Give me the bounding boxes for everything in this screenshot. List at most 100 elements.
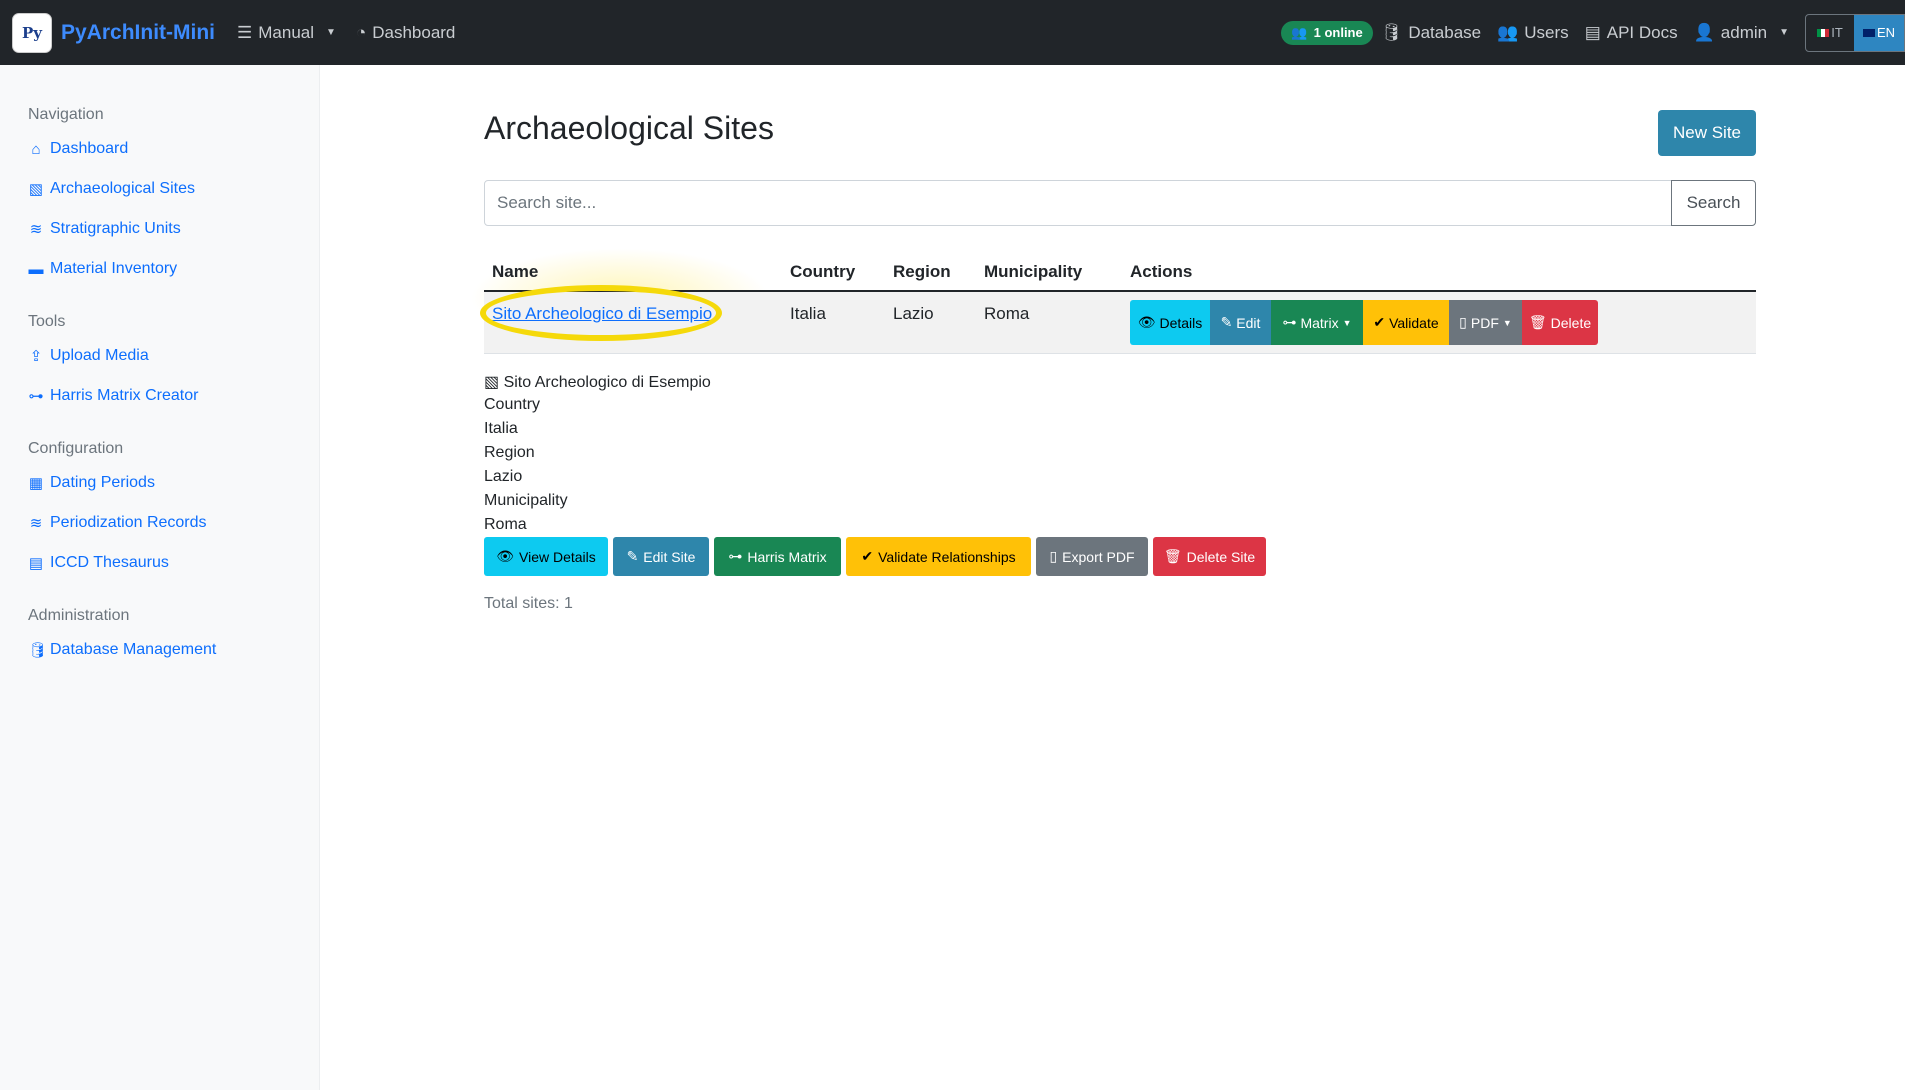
new-site-button[interactable]: New Site xyxy=(1658,110,1756,156)
column-header-region: Region xyxy=(893,262,951,281)
top-navbar: Py PyArchInit-Mini ☰ Manual ▼ ◔ Dashboar… xyxy=(0,0,1905,65)
trash-icon: 🗑 xyxy=(1528,314,1547,330)
nav-users[interactable]: 👥 Users xyxy=(1497,23,1569,43)
check-circle-icon: ✔ xyxy=(1373,314,1386,330)
detail-label-country: Country xyxy=(484,396,541,413)
sidebar-item-upload-media[interactable]: ⇪ Upload Media xyxy=(28,347,149,365)
sidebar-item-label: Material Inventory xyxy=(50,260,178,277)
sidebar-item-periodization-records[interactable]: ≋ Periodization Records xyxy=(28,514,207,532)
sidebar-item-dating-periods[interactable]: ▦ Dating Periods xyxy=(28,474,155,492)
detail-site-title: ▧ Sito Archeologico di Esempio xyxy=(484,372,711,392)
edit-site-label: Edit Site xyxy=(643,548,696,565)
sidebar-item-stratigraphic-units[interactable]: ≋ Stratigraphic Units xyxy=(28,220,181,238)
nav-manual-dropdown[interactable]: ☰ Manual ▼ xyxy=(237,23,336,43)
uk-flag-icon xyxy=(1862,28,1875,37)
detail-value-country: Italia xyxy=(484,420,518,437)
users-icon: 👥 xyxy=(1291,24,1308,40)
delete-site-button[interactable]: 🗑 Delete Site xyxy=(1153,537,1266,576)
detail-value-region: Lazio xyxy=(484,468,523,485)
column-header-country: Country xyxy=(790,262,856,281)
diagram-icon: ⊶ xyxy=(28,388,44,405)
sidebar-item-label: Dashboard xyxy=(50,140,129,157)
book-icon: ▤ xyxy=(1584,22,1601,42)
cell-country: Italia xyxy=(790,304,826,323)
lang-en-button[interactable]: EN xyxy=(1854,14,1904,51)
database-icon: 🛢 xyxy=(28,642,48,659)
search-button[interactable]: Search xyxy=(1671,180,1756,226)
users-icon: 👥 xyxy=(1497,22,1519,42)
export-pdf-button[interactable]: ▯ Export PDF xyxy=(1036,537,1148,576)
chevron-down-icon: ▼ xyxy=(326,27,336,38)
nav-database[interactable]: 🛢 Database xyxy=(1381,23,1481,43)
total-sites-count: Total sites: 1 xyxy=(484,595,573,612)
detail-site-name: Sito Archeologico di Esempio xyxy=(503,374,711,391)
matrix-dropdown-button[interactable]: ⊶ Matrix ▼ xyxy=(1271,300,1363,345)
brand-logo: Py xyxy=(12,12,52,53)
check-circle-icon: ✔ xyxy=(861,548,874,564)
sidebar-item-label: Harris Matrix Creator xyxy=(50,387,199,404)
sidebar-item-database-management[interactable]: 🛢 Database Management xyxy=(28,641,216,659)
sidebar-item-iccd-thesaurus[interactable]: ▤ ICCD Thesaurus xyxy=(28,554,169,572)
list-icon: ☰ xyxy=(237,22,253,42)
sidebar-section-administration: Administration xyxy=(28,607,130,624)
cell-region: Lazio xyxy=(893,304,934,323)
column-header-name: Name xyxy=(492,262,539,281)
gauge-icon: ◔ xyxy=(355,22,367,42)
nav-user-menu[interactable]: 👤 admin ▼ xyxy=(1694,23,1789,43)
calendar-icon: ▦ xyxy=(28,475,44,492)
detail-label-municipality: Municipality xyxy=(484,492,568,509)
eye-icon: 👁 xyxy=(496,548,514,564)
delete-site-label: Delete Site xyxy=(1186,548,1256,565)
edit-site-button[interactable]: ✎ Edit Site xyxy=(613,537,709,576)
export-pdf-label: Export PDF xyxy=(1062,548,1135,565)
sidebar-item-archaeological-sites[interactable]: ▧ Archaeological Sites xyxy=(28,180,195,198)
language-switcher: IT EN xyxy=(1805,13,1905,52)
user-icon: 👤 xyxy=(1693,22,1715,42)
diagram-icon: ⊶ xyxy=(728,548,743,564)
detail-label-region: Region xyxy=(484,444,535,461)
online-count: 1 online xyxy=(1313,25,1363,40)
sidebar-item-label: ICCD Thesaurus xyxy=(50,554,169,571)
validate-button[interactable]: ✔ Validate xyxy=(1363,300,1449,345)
delete-label: Delete xyxy=(1550,314,1592,331)
search-input[interactable] xyxy=(484,180,1672,226)
sidebar-item-label: Periodization Records xyxy=(50,514,207,531)
matrix-label: Matrix xyxy=(1300,314,1339,331)
nav-dashboard[interactable]: ◔ Dashboard xyxy=(356,23,455,43)
online-users-badge[interactable]: 👥 1 online xyxy=(1281,20,1373,45)
validate-relationships-button[interactable]: ✔ Validate Relationships xyxy=(846,537,1031,576)
sidebar-item-material-inventory[interactable]: ▬ Material Inventory xyxy=(28,260,178,278)
highlight-annotation xyxy=(480,285,722,341)
column-header-actions: Actions xyxy=(1130,262,1193,281)
nav-dashboard-label: Dashboard xyxy=(372,22,456,42)
brand[interactable]: Py PyArchInit-Mini xyxy=(12,12,216,53)
harris-matrix-button[interactable]: ⊶ Harris Matrix xyxy=(714,537,841,576)
view-details-label: View Details xyxy=(519,548,596,565)
lang-it-button[interactable]: IT xyxy=(1806,15,1854,51)
details-button[interactable]: 👁 Details xyxy=(1130,300,1210,345)
sidebar-section-configuration: Configuration xyxy=(28,440,124,457)
cell-municipality: Roma xyxy=(984,304,1030,323)
file-pdf-icon: ▯ xyxy=(1459,314,1467,330)
edit-button[interactable]: ✎ Edit xyxy=(1210,300,1271,345)
file-pdf-icon: ▯ xyxy=(1049,548,1058,564)
column-header-municipality: Municipality xyxy=(984,262,1083,281)
delete-button[interactable]: 🗑 Delete xyxy=(1522,300,1598,345)
brand-name: PyArchInit-Mini xyxy=(61,20,216,44)
layers-icon: ≋ xyxy=(29,221,43,238)
nav-manual-label: Manual xyxy=(258,22,315,42)
pdf-dropdown-button[interactable]: ▯ PDF ▼ xyxy=(1449,300,1522,345)
sidebar-item-harris-matrix-creator[interactable]: ⊶ Harris Matrix Creator xyxy=(28,387,199,405)
pdf-label: PDF xyxy=(1470,314,1499,331)
italy-flag-icon xyxy=(1817,28,1830,37)
validate-relationships-label: Validate Relationships xyxy=(878,548,1016,565)
database-icon: 🛢 xyxy=(1380,22,1403,42)
chevron-down-icon: ▼ xyxy=(1779,27,1789,38)
nav-api-docs[interactable]: ▤ API Docs xyxy=(1585,23,1678,43)
sidebar-section-tools: Tools xyxy=(28,313,66,330)
nav-user-label: admin xyxy=(1720,22,1768,42)
sidebar-item-dashboard[interactable]: ⌂ Dashboard xyxy=(28,140,128,158)
map-icon: ▧ xyxy=(28,181,44,198)
view-details-button[interactable]: 👁 View Details xyxy=(484,537,608,576)
trash-icon: 🗑 xyxy=(1163,548,1182,564)
